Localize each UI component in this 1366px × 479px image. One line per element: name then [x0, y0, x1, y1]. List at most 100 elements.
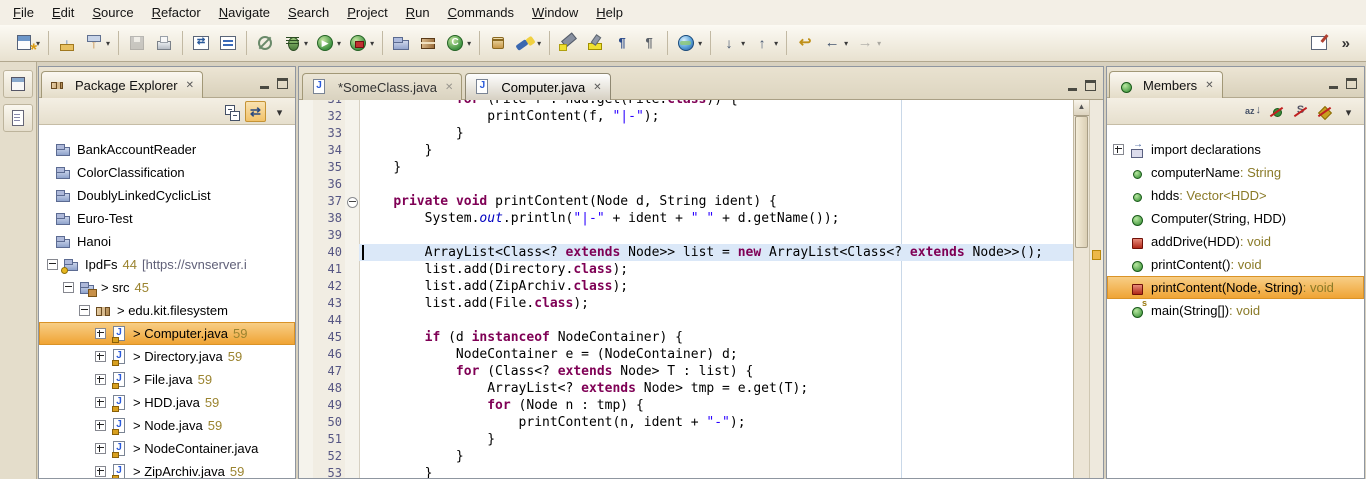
- svn-commit-button[interactable]: ▾: [81, 30, 113, 56]
- code-line-45[interactable]: 45 if (d instanceof NodeContainer) {: [299, 329, 1073, 346]
- code-line-39[interactable]: 39: [299, 227, 1073, 244]
- code-line-52[interactable]: 52 }: [299, 448, 1073, 465]
- print-button[interactable]: [151, 30, 177, 56]
- menu-help[interactable]: Help: [587, 2, 632, 23]
- dropdown-arrow-icon[interactable]: ▾: [467, 39, 471, 48]
- expander-plus-icon[interactable]: [95, 351, 106, 362]
- search-button[interactable]: ▾: [512, 30, 544, 56]
- code-line-44[interactable]: 44: [299, 312, 1073, 329]
- dropdown-arrow-icon[interactable]: ▾: [537, 39, 541, 48]
- menu-window[interactable]: Window: [523, 2, 587, 23]
- tree-item-euro-test[interactable]: Euro-Test: [39, 207, 295, 230]
- new-java-project-button[interactable]: [388, 30, 414, 56]
- dropdown-arrow-icon[interactable]: ▾: [304, 39, 308, 48]
- scroll-up-icon[interactable]: ▲: [1074, 100, 1089, 116]
- forward-button[interactable]: ▾: [852, 30, 884, 56]
- code-line-53[interactable]: 53 }: [299, 465, 1073, 478]
- member-computer-string-hdd[interactable]: Computer(String, HDD): [1107, 207, 1364, 230]
- member-printcontent[interactable]: printContent() : void: [1107, 253, 1364, 276]
- new-class-button[interactable]: ▾: [442, 30, 474, 56]
- tree-item-computer-java[interactable]: > Computer.java59: [39, 322, 295, 345]
- back-button[interactable]: ▾: [819, 30, 851, 56]
- dropdown-arrow-icon[interactable]: ▾: [370, 39, 374, 48]
- expander-plus-icon[interactable]: [95, 374, 106, 385]
- previous-annotation-button[interactable]: ▾: [749, 30, 781, 56]
- link-with-editor-button[interactable]: [245, 101, 266, 122]
- code-line-37[interactable]: 37 private void printContent(Node d, Str…: [299, 193, 1073, 210]
- maximize-icon[interactable]: [1345, 78, 1358, 90]
- close-icon[interactable]: ✕: [1205, 80, 1213, 91]
- mark-occurrences-button[interactable]: [555, 30, 581, 56]
- tree-item-ziparchiv-java[interactable]: > ZipArchiv.java59: [39, 460, 295, 479]
- tree-item-src[interactable]: > src45: [39, 276, 295, 299]
- code-line-48[interactable]: 48 ArrayList<? extends Node> tmp = e.get…: [299, 380, 1073, 397]
- show-view-button[interactable]: [3, 104, 33, 132]
- code-line-38[interactable]: 38 System.out.println("|-" + ident + " "…: [299, 210, 1073, 227]
- expander-plus-icon[interactable]: [95, 443, 106, 454]
- pin-editor-button[interactable]: [1306, 30, 1332, 56]
- close-icon[interactable]: ✕: [445, 82, 453, 93]
- code-line-35[interactable]: 35 }: [299, 159, 1073, 176]
- code-line-47[interactable]: 47 for (Class<? extends Node> T : list) …: [299, 363, 1073, 380]
- dropdown-arrow-icon[interactable]: ▾: [106, 39, 110, 48]
- menu-project[interactable]: Project: [338, 2, 396, 23]
- export-jar-button[interactable]: [485, 30, 511, 56]
- close-icon[interactable]: ✕: [186, 80, 194, 91]
- last-edit-location-button[interactable]: [792, 30, 818, 56]
- occurrence-marker[interactable]: [1092, 250, 1101, 260]
- tree-item-doublylinkedcycliclist[interactable]: DoublyLinkedCyclicList: [39, 184, 295, 207]
- toolbar-overflow-chevron[interactable]: »: [1332, 35, 1360, 52]
- member-printcontent-node-string[interactable]: printContent(Node, String) : void: [1107, 276, 1364, 299]
- menu-search[interactable]: Search: [279, 2, 338, 23]
- sort-members-button[interactable]: [1242, 101, 1263, 122]
- show-formatting-button[interactable]: [636, 30, 662, 56]
- code-line-40[interactable]: 40 ArrayList<Class<? extends Node>> list…: [299, 244, 1073, 261]
- hide-fields-button[interactable]: [1266, 101, 1287, 122]
- hide-non-public-button[interactable]: [1314, 101, 1335, 122]
- menu-navigate[interactable]: Navigate: [210, 2, 279, 23]
- code-line-46[interactable]: 46 NodeContainer e = (NodeContainer) d;: [299, 346, 1073, 363]
- minimize-icon[interactable]: [1327, 78, 1340, 90]
- close-icon[interactable]: ✕: [593, 82, 601, 93]
- member-computername[interactable]: computerName : String: [1107, 161, 1364, 184]
- synchronize-button[interactable]: [188, 30, 214, 56]
- code-line-51[interactable]: 51 }: [299, 431, 1073, 448]
- code-line-50[interactable]: 50 printContent(n, ident + "-");: [299, 414, 1073, 431]
- tree-item-bankaccountreader[interactable]: BankAccountReader: [39, 138, 295, 161]
- tree-item-hanoi[interactable]: Hanoi: [39, 230, 295, 253]
- debug-button[interactable]: ▾: [279, 30, 311, 56]
- tree-item-file-java[interactable]: > File.java59: [39, 368, 295, 391]
- code-line-34[interactable]: 34 }: [299, 142, 1073, 159]
- member-main-string[interactable]: smain(String[]) : void: [1107, 299, 1364, 322]
- code-line-41[interactable]: 41 list.add(Directory.class);: [299, 261, 1073, 278]
- editor-tab-computer-java[interactable]: Computer.java✕: [465, 73, 610, 100]
- code-line-42[interactable]: 42 list.add(ZipArchiv.class);: [299, 278, 1073, 295]
- maximize-icon[interactable]: [1084, 80, 1097, 92]
- code-line-33[interactable]: 33 }: [299, 125, 1073, 142]
- svn-update-button[interactable]: [54, 30, 80, 56]
- show-whitespace-button[interactable]: [609, 30, 635, 56]
- editor-scrollbar[interactable]: ▲: [1073, 100, 1089, 478]
- collapse-all-button[interactable]: [221, 101, 242, 122]
- code-line-49[interactable]: 49 for (Node n : tmp) {: [299, 397, 1073, 414]
- dropdown-arrow-icon[interactable]: ▾: [741, 39, 745, 48]
- expander-plus-icon[interactable]: [1113, 144, 1124, 155]
- tree-item-directory-java[interactable]: > Directory.java59: [39, 345, 295, 368]
- team-status-button[interactable]: [215, 30, 241, 56]
- scrollbar-thumb[interactable]: [1075, 116, 1088, 248]
- expander-plus-icon[interactable]: [95, 466, 106, 477]
- highlight-selection-button[interactable]: [582, 30, 608, 56]
- dropdown-arrow-icon[interactable]: ▾: [877, 39, 881, 48]
- editor-tab-someclass-java[interactable]: *SomeClass.java✕: [302, 73, 462, 100]
- view-menu-button[interactable]: [269, 101, 290, 122]
- maximize-icon[interactable]: [276, 78, 289, 90]
- minimize-icon[interactable]: [1066, 80, 1079, 92]
- expander-plus-icon[interactable]: [95, 420, 106, 431]
- collapse-marker-icon[interactable]: [347, 197, 358, 208]
- skip-breakpoints-button[interactable]: [252, 30, 278, 56]
- external-tools-button[interactable]: ▾: [345, 30, 377, 56]
- dropdown-arrow-icon[interactable]: ▾: [844, 39, 848, 48]
- menu-file[interactable]: File: [4, 2, 43, 23]
- run-button[interactable]: ▾: [312, 30, 344, 56]
- view-menu-button[interactable]: [1338, 101, 1359, 122]
